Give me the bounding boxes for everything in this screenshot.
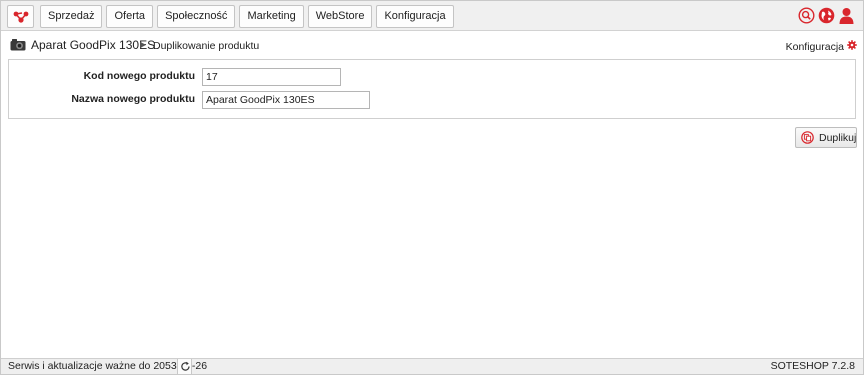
nav-item-marketing[interactable]: Marketing [239, 5, 304, 28]
name-label: Nazwa nowego produktu [71, 93, 195, 105]
camera-icon [10, 38, 26, 54]
search-icon[interactable] [798, 7, 815, 24]
soteshop-logo-icon [13, 11, 29, 23]
duplicate-button[interactable]: Duplikuj [795, 127, 857, 148]
globe-icon[interactable] [818, 7, 835, 24]
nav-item-webstore[interactable]: WebStore [307, 5, 373, 28]
code-label: Kod nowego produktu [83, 70, 195, 82]
duplicate-icon [801, 131, 814, 147]
nav-item-spolecznosc[interactable]: Społeczność [157, 5, 236, 28]
nav-item-oferta[interactable]: Oferta [106, 5, 154, 28]
duplicate-label: Duplikuj [819, 132, 857, 144]
nav-item-konfiguracja[interactable]: Konfiguracja [376, 5, 454, 28]
breadcrumb-current: Duplikowanie produktu [153, 40, 260, 52]
top-toolbar: Sprzedaż Oferta Społeczność Marketing We… [1, 1, 863, 31]
user-icon[interactable] [838, 7, 855, 24]
status-bar: Serwis i aktualizacje ważne do 2053-08-2… [1, 358, 863, 374]
config-label: Konfiguracja [785, 40, 844, 53]
code-input[interactable] [202, 68, 341, 86]
refresh-button[interactable] [177, 359, 192, 374]
nav-item-sprzedaz[interactable]: Sprzedaż [40, 5, 103, 28]
home-logo-button[interactable] [7, 5, 34, 28]
duplicate-form: Kod nowego produktu Nazwa nowego produkt… [8, 59, 856, 119]
refresh-icon [181, 361, 190, 371]
config-link[interactable]: Konfiguracja [786, 40, 857, 53]
product-title[interactable]: Aparat GoodPix 130ES [31, 38, 155, 52]
breadcrumb-separator: ▶ [140, 40, 147, 49]
gear-icon [847, 40, 857, 53]
version-label: SOTESHOP 7.2.8 [770, 360, 855, 372]
top-right-icons [798, 7, 855, 24]
breadcrumb: Aparat GoodPix 130ES ▶ Duplikowanie prod… [1, 32, 863, 58]
main-nav: Sprzedaż Oferta Społeczność Marketing We… [40, 5, 454, 28]
name-input[interactable] [202, 91, 370, 109]
